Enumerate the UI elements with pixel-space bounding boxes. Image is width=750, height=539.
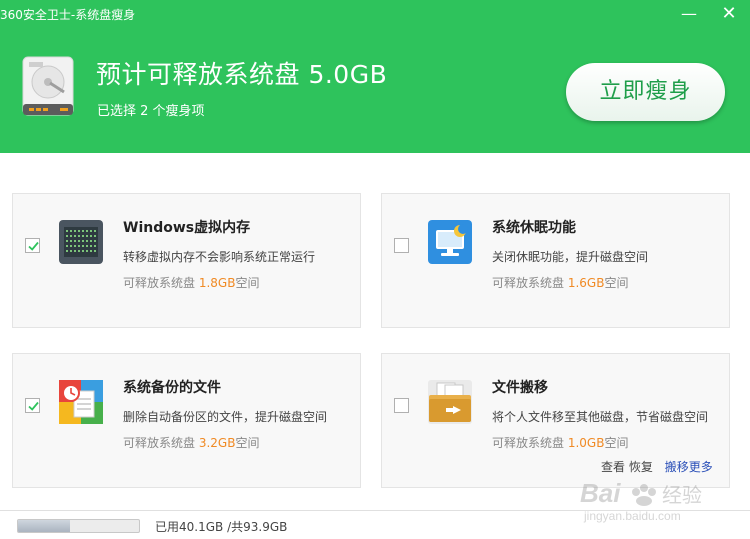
card-hibernate[interactable]: 系统休眠功能 关闭休眠功能，提升磁盘空间 可释放系统盘 1.6GB空间 xyxy=(381,193,730,328)
card-description: 转移虚拟内存不会影响系统正常运行 xyxy=(123,250,316,264)
space-suffix: 空间 xyxy=(235,276,260,290)
card-space-text: 可释放系统盘 3.2GB空间 xyxy=(123,434,259,451)
backup-files-icon xyxy=(59,380,103,424)
disk-usage-text: 已用40.1GB /共93.9GB xyxy=(155,520,288,534)
checkmark-icon xyxy=(28,401,39,411)
svg-text:jingyan.baidu.com: jingyan.baidu.com xyxy=(583,509,681,523)
space-value: 3.2GB xyxy=(198,436,236,450)
space-value: 1.6GB xyxy=(567,276,605,290)
space-suffix: 空间 xyxy=(235,436,260,450)
baidu-jingyan-watermark: Bai 经验 jingyan.baidu.com xyxy=(580,478,702,523)
card-virtual-memory[interactable]: Windows虚拟内存 转移虚拟内存不会影响系统正常运行 可释放系统盘 1.8G… xyxy=(12,193,361,328)
card-description: 将个人文件移至其他磁盘，节省磁盘空间 xyxy=(492,410,709,424)
space-value: 1.8GB xyxy=(198,276,236,290)
hard-disk-icon xyxy=(22,56,74,116)
system-backup-checkbox[interactable] xyxy=(25,398,40,413)
card-title: 文件搬移 xyxy=(492,380,548,396)
memory-chip-icon xyxy=(59,220,103,264)
hibernate-checkbox[interactable] xyxy=(394,238,409,253)
space-prefix: 可释放系统盘 xyxy=(123,436,199,450)
card-title: Windows虚拟内存 xyxy=(123,220,251,236)
card-title: 系统休眠功能 xyxy=(492,220,576,236)
disk-usage-bar xyxy=(17,519,140,533)
space-value: 1.0GB xyxy=(567,436,605,450)
view-link[interactable]: 查看 xyxy=(601,460,625,474)
selected-count-text: 已选择 2 个瘦身项 xyxy=(97,104,205,119)
card-title: 系统备份的文件 xyxy=(123,380,221,396)
card-space-text: 可释放系统盘 1.6GB空间 xyxy=(492,274,628,291)
card-description: 关闭休眠功能，提升磁盘空间 xyxy=(492,250,649,264)
space-prefix: 可释放系统盘 xyxy=(492,436,568,450)
space-prefix: 可释放系统盘 xyxy=(123,276,199,290)
card-description: 删除自动备份区的文件，提升磁盘空间 xyxy=(123,410,328,424)
slim-now-button[interactable]: 立即瘦身 xyxy=(566,63,725,121)
window-title: 360安全卫士-系统盘瘦身 xyxy=(0,8,136,22)
header-banner: 360安全卫士-系统盘瘦身 — ✕ 预计可释放系统盘 5.0GB 已选择 2 个… xyxy=(0,0,750,153)
card-system-backup[interactable]: 系统备份的文件 删除自动备份区的文件，提升磁盘空间 可释放系统盘 3.2GB空间 xyxy=(12,353,361,488)
space-suffix: 空间 xyxy=(604,436,629,450)
release-estimate-title: 预计可释放系统盘 5.0GB xyxy=(96,60,388,89)
svg-text:Bai: Bai xyxy=(580,478,621,508)
space-suffix: 空间 xyxy=(604,276,629,290)
move-more-link[interactable]: 搬移更多 xyxy=(665,460,713,474)
space-prefix: 可释放系统盘 xyxy=(492,276,568,290)
disk-usage-fill xyxy=(18,520,70,532)
close-button[interactable]: ✕ xyxy=(720,5,738,23)
card-file-move[interactable]: 文件搬移 将个人文件移至其他磁盘，节省磁盘空间 可释放系统盘 1.0GB空间 查… xyxy=(381,353,730,488)
minimize-button[interactable]: — xyxy=(680,5,698,23)
restore-link[interactable]: 恢复 xyxy=(629,460,653,474)
card-space-text: 可释放系统盘 1.8GB空间 xyxy=(123,274,259,291)
card-links: 查看 恢复 搬移更多 xyxy=(601,458,713,475)
card-space-text: 可释放系统盘 1.0GB空间 xyxy=(492,434,628,451)
folder-move-icon xyxy=(428,380,472,424)
monitor-moon-icon xyxy=(428,220,472,264)
virtual-memory-checkbox[interactable] xyxy=(25,238,40,253)
file-move-checkbox[interactable] xyxy=(394,398,409,413)
checkmark-icon xyxy=(28,241,39,251)
svg-text:经验: 经验 xyxy=(662,483,702,507)
